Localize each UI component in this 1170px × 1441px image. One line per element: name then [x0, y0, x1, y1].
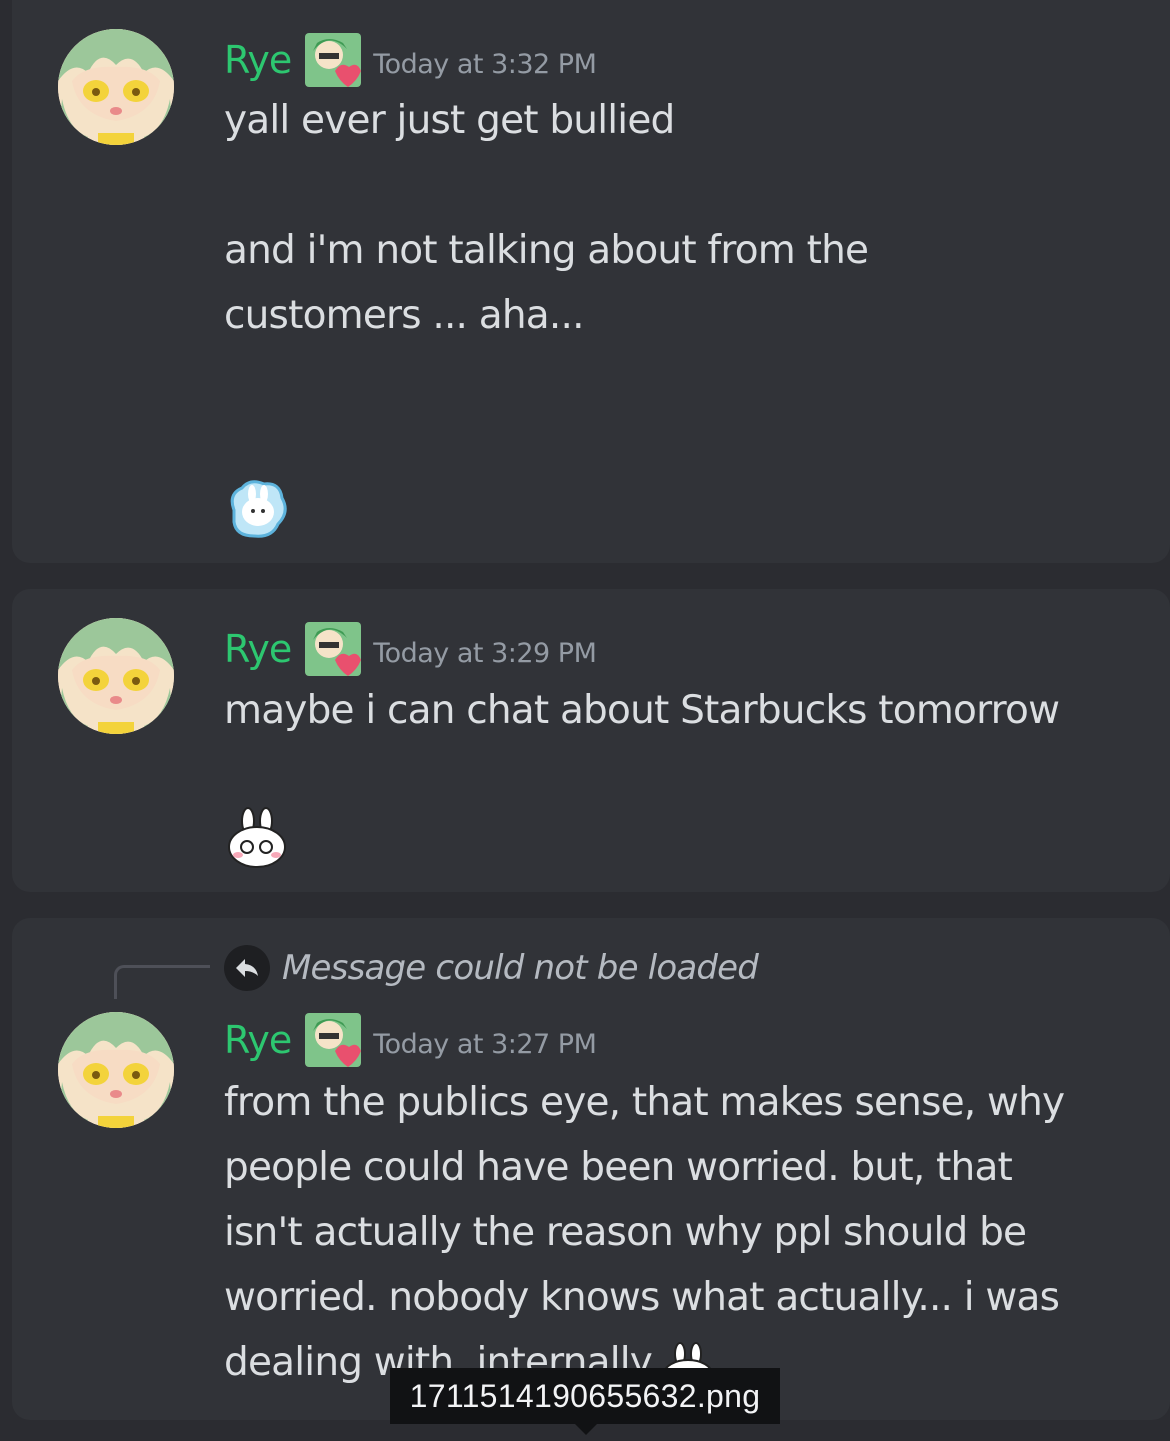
username[interactable]: Rye — [224, 630, 292, 668]
role-badge-icon[interactable] — [303, 31, 363, 89]
message-line: from the publics eye, that makes sense, … — [224, 1080, 1065, 1125]
message-line: worried. nobody knows what actually... i… — [224, 1275, 1060, 1320]
message-content: from the publics eye, that makes sense, … — [224, 1070, 1132, 1395]
timestamp: Today at 3:29 PM — [373, 637, 597, 669]
reply-arrow-icon — [224, 945, 270, 991]
filename-tooltip: 1711514190655632.png — [390, 1368, 780, 1424]
reply-unavailable-text: Message could not be loaded — [282, 948, 759, 988]
tooltip-arrow — [575, 1424, 597, 1435]
message-header: Rye Today at 3:32 PM — [224, 30, 597, 90]
message-content: yall ever just get bullied and i'm not ta… — [224, 88, 1132, 348]
timestamp: Today at 3:32 PM — [373, 48, 597, 80]
message-card[interactable]: Rye Today at 3:29 PM maybe i can chat ab… — [12, 589, 1170, 892]
message-line — [224, 153, 1132, 218]
message-line: isn't actually the reason why ppl should… — [224, 1210, 1027, 1255]
message-line: customers ... aha... — [224, 293, 584, 338]
username[interactable]: Rye — [224, 41, 292, 79]
message-card[interactable]: Rye Today at 3:32 PM yall ever just get … — [12, 0, 1170, 563]
blushing-bunny-emoji[interactable] — [224, 805, 290, 871]
message-line: maybe i can chat about Starbucks tomorro… — [224, 688, 1060, 733]
user-avatar[interactable] — [58, 1012, 174, 1128]
role-badge-icon[interactable] — [303, 1011, 363, 1069]
message-content: maybe i can chat about Starbucks tomorro… — [224, 678, 1132, 743]
message-card[interactable]: Message could not be loaded Rye Today at… — [12, 918, 1170, 1420]
reply-reference[interactable]: Message could not be loaded — [224, 943, 759, 993]
user-avatar[interactable] — [58, 29, 174, 145]
message-header: Rye Today at 3:27 PM — [224, 1010, 597, 1070]
message-line: people could have been worried. but, tha… — [224, 1145, 1013, 1190]
message-line: yall ever just get bullied — [224, 98, 675, 143]
role-badge-icon[interactable] — [303, 620, 363, 678]
crying-bunny-cloud-emoji[interactable] — [224, 476, 290, 542]
timestamp: Today at 3:27 PM — [373, 1028, 597, 1060]
user-avatar[interactable] — [58, 618, 174, 734]
message-header: Rye Today at 3:29 PM — [224, 619, 597, 679]
message-line: and i'm not talking about from the — [224, 228, 869, 273]
reply-connector — [114, 965, 210, 999]
username[interactable]: Rye — [224, 1021, 292, 1059]
